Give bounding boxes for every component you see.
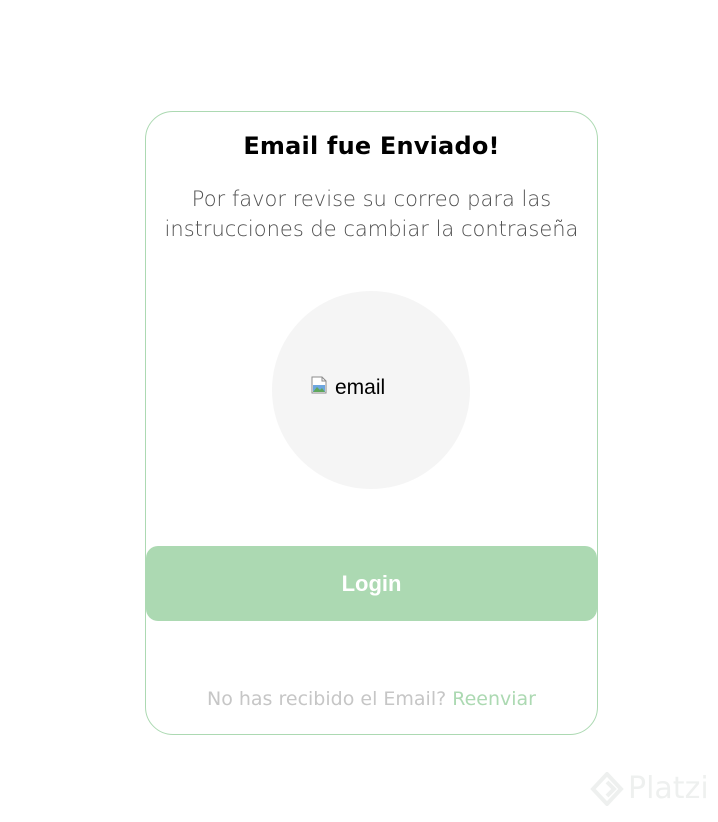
broken-image-icon xyxy=(311,376,327,394)
email-image: email xyxy=(311,375,385,401)
page: Email fue Enviado! Por favor revise su c… xyxy=(0,0,718,822)
resend-link[interactable]: Reenviar xyxy=(452,688,536,710)
resend-row: No has recibido el Email? Reenviar xyxy=(146,688,597,710)
email-image-alt-text: email xyxy=(335,376,386,399)
platzi-watermark-text: Platzi xyxy=(628,771,709,806)
card-subtitle: Por favor revise su correo para las inst… xyxy=(146,184,597,244)
platzi-logo-icon xyxy=(590,771,624,807)
login-button[interactable]: Login xyxy=(146,546,597,621)
resend-prompt: No has recibido el Email? xyxy=(207,688,447,710)
platzi-watermark: Platzi xyxy=(590,771,709,807)
email-image-circle: email xyxy=(272,291,470,489)
subtitle-line-1: Por favor revise su correo para las xyxy=(191,187,552,211)
email-sent-card: Email fue Enviado! Por favor revise su c… xyxy=(145,111,598,735)
card-title: Email fue Enviado! xyxy=(243,132,500,160)
subtitle-line-2: instrucciones de cambiar la contraseña xyxy=(164,217,579,241)
